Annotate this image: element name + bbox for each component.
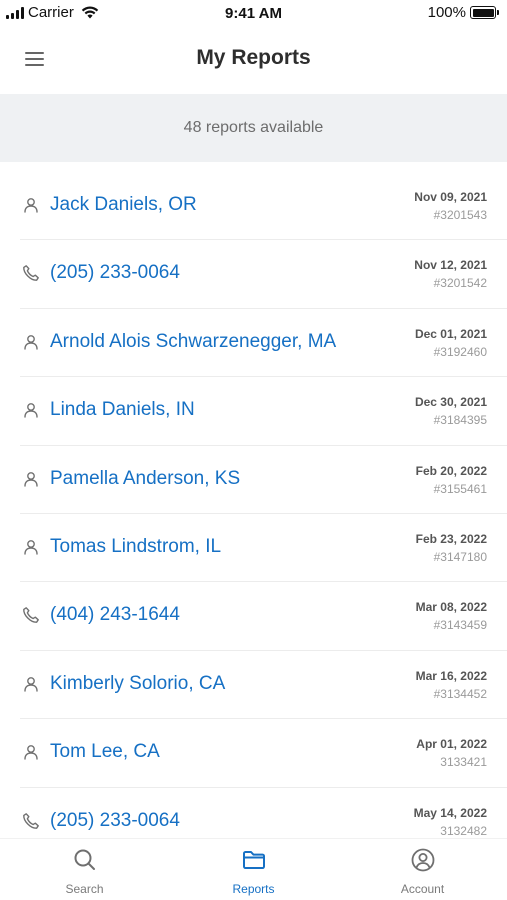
tab-search[interactable]: Search bbox=[0, 839, 169, 900]
report-list: Jack Daniels, OR Nov 09, 2021 #3201543 (205… bbox=[0, 172, 507, 856]
folder-icon bbox=[241, 847, 267, 878]
report-row[interactable]: Pamella Anderson, KS Feb 20, 2022 #3155461 bbox=[20, 446, 507, 514]
report-row[interactable]: Tomas Lindstrom, IL Feb 23, 2022 #3147180 bbox=[20, 514, 507, 583]
report-date: Dec 30, 2021 bbox=[414, 395, 487, 410]
tab-label: Account bbox=[400, 882, 445, 896]
status-bar: Carrier 9:41 AM 100% bbox=[0, 0, 507, 28]
tab-bar: Search Reports Account bbox=[0, 838, 507, 900]
report-id: #3147180 bbox=[433, 549, 487, 564]
person-icon bbox=[22, 538, 40, 556]
report-id: 3133421 bbox=[440, 755, 487, 770]
report-id: #3192460 bbox=[433, 344, 487, 359]
report-id: #3201543 bbox=[433, 208, 487, 222]
report-date: Feb 20, 2022 bbox=[415, 463, 487, 478]
report-name-link[interactable]: Jack Daniels, OR bbox=[50, 194, 197, 216]
battery-icon bbox=[470, 6, 499, 19]
tab-reports[interactable]: Reports bbox=[169, 839, 338, 900]
report-name-link[interactable]: Tom Lee, CA bbox=[50, 741, 160, 763]
tab-label: Search bbox=[65, 882, 104, 896]
report-id: #3201542 bbox=[433, 276, 487, 291]
report-row[interactable]: (205) 233-0064 Nov 12, 2021 #3201542 bbox=[20, 240, 507, 309]
phone-icon bbox=[22, 812, 40, 830]
report-id: #3184395 bbox=[433, 413, 487, 428]
battery-info: 100% bbox=[428, 4, 499, 21]
report-row[interactable]: Tom Lee, CA Apr 01, 2022 3133421 bbox=[20, 719, 507, 788]
reports-count-text: 48 reports available bbox=[183, 119, 324, 136]
report-name-link[interactable]: Kimberly Solorio, CA bbox=[50, 673, 225, 695]
report-name-link[interactable]: Tomas Lindstrom, IL bbox=[50, 536, 221, 558]
person-icon bbox=[22, 675, 40, 693]
report-name-link[interactable]: Pamella Anderson, KS bbox=[50, 468, 240, 490]
report-name-link[interactable]: Linda Daniels, IN bbox=[50, 399, 195, 421]
report-date: Nov 12, 2021 bbox=[414, 258, 487, 273]
search-icon bbox=[72, 847, 98, 878]
nav-bar: My Reports bbox=[0, 28, 507, 94]
tab-account[interactable]: Account bbox=[338, 839, 507, 900]
report-name-link[interactable]: Arnold Alois Schwarzenegger, MA bbox=[50, 331, 336, 353]
report-date: Dec 01, 2021 bbox=[414, 326, 487, 341]
battery-percent: 100% bbox=[427, 4, 466, 21]
report-row[interactable]: Jack Daniels, OR Nov 09, 2021 #3201543 bbox=[20, 172, 507, 241]
tab-label: Reports bbox=[232, 882, 275, 896]
account-icon bbox=[410, 847, 436, 878]
person-icon bbox=[22, 743, 40, 761]
person-icon bbox=[22, 196, 40, 214]
phone-icon bbox=[22, 606, 40, 624]
page-title: My Reports bbox=[196, 46, 311, 69]
person-icon bbox=[22, 333, 40, 351]
phone-icon bbox=[22, 264, 40, 282]
report-row[interactable]: Arnold Alois Schwarzenegger, MA Dec 01, 2… bbox=[20, 309, 507, 378]
report-row[interactable]: Kimberly Solorio, CA Mar 16, 2022 #3134452 bbox=[20, 651, 507, 720]
report-date: Feb 23, 2022 bbox=[415, 531, 487, 546]
reports-count-banner: 48 reports available bbox=[0, 94, 507, 162]
report-id: 3132482 bbox=[440, 823, 487, 838]
report-date: Apr 01, 2022 bbox=[416, 737, 487, 752]
report-date: Mar 08, 2022 bbox=[415, 600, 487, 615]
report-date: May 14, 2022 bbox=[413, 805, 487, 820]
report-row[interactable]: (404) 243-1644 Mar 08, 2022 #3143459 bbox=[20, 582, 507, 651]
person-icon bbox=[22, 470, 40, 488]
report-date: Mar 16, 2022 bbox=[415, 668, 487, 683]
report-date: Nov 09, 2021 bbox=[414, 190, 487, 204]
report-name-link[interactable]: (205) 233-0064 bbox=[50, 262, 180, 284]
report-id: #3134452 bbox=[433, 686, 487, 701]
report-name-link[interactable]: (404) 243-1644 bbox=[50, 604, 180, 626]
report-name-link[interactable]: (205) 233-0064 bbox=[50, 810, 180, 832]
report-id: #3155461 bbox=[433, 481, 487, 496]
report-id: #3143459 bbox=[433, 618, 487, 633]
person-icon bbox=[22, 401, 40, 419]
report-row[interactable]: Linda Daniels, IN Dec 30, 2021 #3184395 bbox=[20, 377, 507, 446]
